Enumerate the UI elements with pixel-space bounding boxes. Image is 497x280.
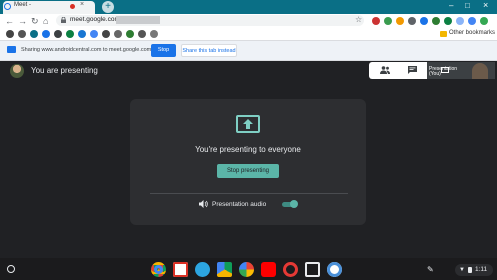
youtube-app-icon[interactable]: [261, 262, 276, 277]
lock-icon: [61, 17, 66, 23]
extension-light-blue-icon[interactable]: [456, 16, 464, 25]
bookmark-2-icon[interactable]: [18, 30, 26, 38]
avatar: [10, 64, 24, 78]
tab-title: Meet -: [14, 2, 32, 8]
app-d-icon[interactable]: [327, 262, 342, 277]
chat-icon[interactable]: [408, 66, 417, 74]
stylus-pen-icon[interactable]: ✎: [427, 265, 434, 274]
url-redacted: [116, 16, 160, 24]
presentation-audio-label: Presentation audio: [212, 201, 267, 208]
home-button[interactable]: ⌂: [43, 15, 48, 27]
extension-dark-green-icon[interactable]: [432, 16, 440, 25]
screen-share-icon: [7, 46, 16, 53]
divider: [150, 193, 348, 194]
bookmark-6-icon[interactable]: [66, 30, 74, 38]
bookmark-star-icon[interactable]: ☆: [355, 14, 362, 26]
bookmark-9-icon[interactable]: [102, 30, 110, 38]
stop-presenting-button[interactable]: Stop presenting: [217, 164, 279, 178]
presenting-header: You are presenting: [31, 66, 98, 75]
extension-red-icon[interactable]: [372, 16, 380, 25]
folder-icon: [440, 31, 447, 37]
cast-app-icon[interactable]: [305, 262, 320, 277]
tab-close-icon[interactable]: ×: [80, 1, 84, 8]
forward-button[interactable]: →: [18, 15, 27, 27]
arrow-up-icon: [243, 119, 253, 129]
bookmark-3-icon[interactable]: [30, 30, 38, 38]
extension-orange-icon[interactable]: [396, 16, 404, 25]
new-tab-button[interactable]: +: [102, 1, 114, 13]
bookmark-8-icon[interactable]: [90, 30, 98, 38]
bookmark-12-icon[interactable]: [138, 30, 146, 38]
profile-avatar-icon[interactable]: [480, 16, 488, 25]
gmail-app-icon[interactable]: [173, 262, 188, 277]
reload-button[interactable]: ↻: [31, 15, 39, 27]
photos-app-icon[interactable]: [239, 262, 254, 277]
extension-grey-icon[interactable]: [408, 16, 416, 25]
bookmark-7-icon[interactable]: [78, 30, 86, 38]
bookmark-1-icon[interactable]: [6, 30, 14, 38]
extension-blue-icon[interactable]: [420, 16, 428, 25]
stop-sharing-button[interactable]: Stop: [151, 44, 176, 57]
url-text: meet.google.com/: [70, 16, 122, 23]
people-icon[interactable]: [380, 66, 390, 74]
bookmark-4-icon[interactable]: [42, 30, 50, 38]
chrome-app-icon[interactable]: [151, 262, 166, 277]
present-to-all-icon: [236, 115, 260, 133]
shelf-apps: [151, 262, 342, 277]
share-this-tab-button[interactable]: Share this tab instead: [181, 44, 237, 57]
close-window-button[interactable]: ×: [483, 0, 488, 10]
presentation-audio-toggle-thumb[interactable]: [290, 200, 298, 208]
minimize-window-button[interactable]: –: [449, 1, 453, 10]
other-bookmarks-link[interactable]: Other bookmarks: [449, 30, 495, 36]
extension-green-icon[interactable]: [384, 16, 392, 25]
extension-evernote-icon[interactable]: [444, 16, 452, 25]
extension-puzzle-icon[interactable]: [468, 16, 476, 25]
recording-indicator-icon: [70, 4, 75, 9]
launcher-button[interactable]: [7, 265, 15, 273]
bookmark-11-icon[interactable]: [126, 30, 134, 38]
telegram-app-icon[interactable]: [195, 262, 210, 277]
meet-top-panel: [369, 62, 427, 79]
battery-icon: [468, 267, 472, 273]
wifi-icon: ▼: [459, 267, 465, 273]
bookmark-icons: [6, 30, 158, 38]
self-tile-label: Presentation (You): [429, 66, 458, 77]
speaker-icon: [199, 200, 208, 208]
meet-favicon-icon: [4, 3, 11, 10]
back-button[interactable]: ←: [5, 15, 14, 27]
bookmark-5-icon[interactable]: [54, 30, 62, 38]
maximize-window-button[interactable]: □: [465, 1, 470, 10]
bookmark-10-icon[interactable]: [114, 30, 122, 38]
extension-icons: [372, 16, 490, 25]
self-video-person: [472, 63, 488, 79]
share-status-text: Sharing www.androidcentral.com to meet.g…: [21, 47, 152, 53]
clock-time: 1:11: [475, 266, 488, 273]
authy-app-icon[interactable]: [283, 262, 298, 277]
presenting-headline: You're presenting to everyone: [195, 145, 301, 154]
bookmark-13-icon[interactable]: [150, 30, 158, 38]
drive-app-icon[interactable]: [217, 262, 232, 277]
